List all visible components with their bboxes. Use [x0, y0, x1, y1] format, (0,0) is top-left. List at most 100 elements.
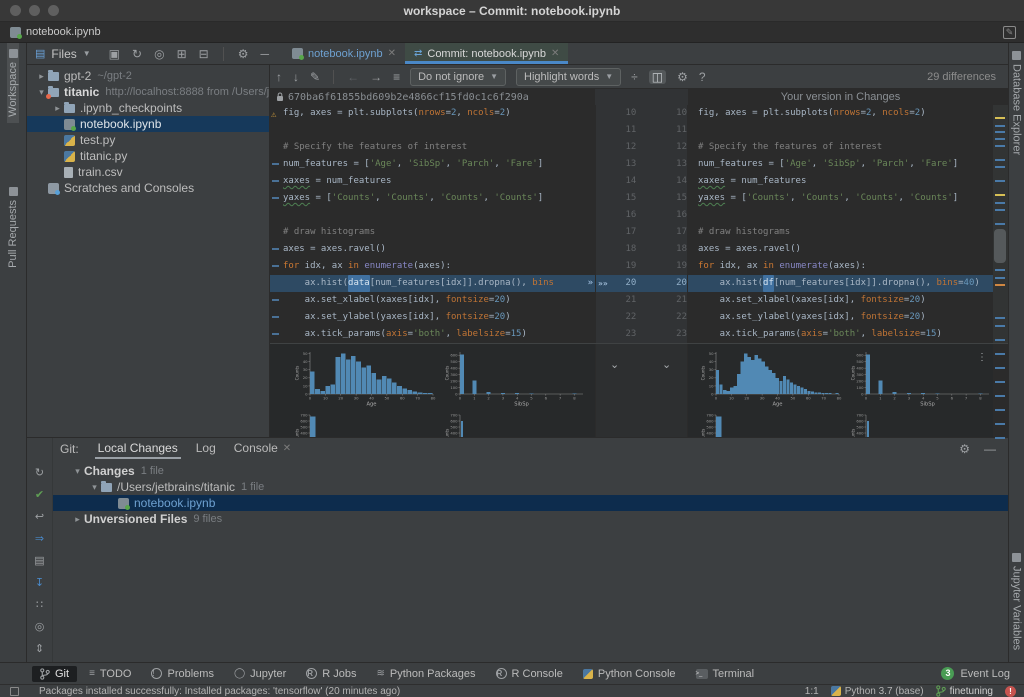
- diff-left-line-14[interactable]: xaxes = num_features: [270, 173, 595, 190]
- refresh-icon[interactable]: ↻: [132, 47, 142, 61]
- new-tab-icon[interactable]: ✎: [1003, 25, 1016, 39]
- git-branch-selector[interactable]: finetuning: [935, 685, 993, 697]
- tree-item-gpt-2[interactable]: ▸ gpt-2 ~/gpt-2: [27, 68, 269, 84]
- git-tab-console[interactable]: Console ✕: [225, 439, 300, 458]
- tree-chevron-icon[interactable]: ▾: [88, 482, 101, 493]
- ignore-policy-select[interactable]: Do not ignore ▼: [410, 67, 507, 86]
- expand-all-icon[interactable]: ⇕: [35, 642, 44, 655]
- stripe-mark[interactable]: [995, 117, 1005, 119]
- previous-difference-icon[interactable]: ↑: [276, 70, 282, 84]
- diff-left-line-13[interactable]: num_features = ['Age', 'SibSp', 'Parch',…: [270, 156, 595, 173]
- git-tab-log[interactable]: Log: [187, 439, 225, 458]
- expand-all-icon[interactable]: ⊞: [177, 47, 187, 61]
- kebab-menu-icon[interactable]: ⋮: [977, 352, 987, 363]
- diff-right-line-16[interactable]: [688, 207, 993, 224]
- compare-previous-file-icon[interactable]: ←: [347, 70, 359, 84]
- go-to-changed-file-icon[interactable]: ≡: [393, 70, 400, 84]
- diff-right-line-18[interactable]: axes = axes.ravel(): [688, 241, 993, 258]
- tool-button-database-explorer[interactable]: Database Explorer: [1011, 45, 1023, 161]
- hide-icon[interactable]: ─: [260, 47, 269, 61]
- diff-left-line-10[interactable]: ⚠ fig, axes = plt.subplots(nrows = 2, ncols…: [270, 105, 595, 122]
- diff-right-line-22[interactable]: ax.set_ylabel(yaxes[idx], fontsize = 20): [688, 309, 993, 326]
- close-icon[interactable]: ✕: [283, 443, 291, 454]
- stripe-mark[interactable]: [995, 409, 1005, 411]
- diff-left-line-21[interactable]: ax.set_xlabel(xaxes[idx], fontsize = 20): [270, 292, 595, 309]
- diff-left-line-15[interactable]: yaxes = ['Counts', 'Counts', 'Counts', '…: [270, 190, 595, 207]
- tool-window-button-python-packages[interactable]: ≋ Python Packages: [368, 666, 483, 682]
- stripe-mark[interactable]: [995, 325, 1005, 327]
- help-icon[interactable]: ?: [699, 70, 706, 84]
- stripe-mark[interactable]: [995, 194, 1005, 196]
- diff-right-line-17[interactable]: # draw histograms: [688, 224, 993, 241]
- tool-window-button-python-console[interactable]: Python Console: [575, 666, 684, 682]
- event-log-button[interactable]: 3 Event Log: [941, 667, 1024, 680]
- new-folder-icon[interactable]: ▣: [109, 47, 120, 61]
- close-icon[interactable]: ✕: [388, 48, 396, 59]
- stripe-mark[interactable]: [995, 367, 1005, 369]
- tree-item-train-csv[interactable]: train.csv: [27, 164, 269, 180]
- show-diff-icon[interactable]: ⇒: [35, 532, 44, 545]
- diff-left-line-18[interactable]: axes = axes.ravel(): [270, 241, 595, 258]
- stripe-mark[interactable]: [995, 131, 1005, 133]
- stripe-mark[interactable]: [995, 166, 1005, 168]
- diff-right-line-19[interactable]: for idx, ax in enumerate (axes):: [688, 258, 993, 275]
- synchronize-scrolling-icon[interactable]: ◫: [648, 69, 667, 84]
- stripe-mark[interactable]: [995, 269, 1005, 271]
- diff-left-line-23[interactable]: ax.tick_params(axis ='both', labelsize = 15…: [270, 326, 595, 343]
- stripe-mark[interactable]: [995, 209, 1005, 211]
- stripe-mark[interactable]: [995, 437, 1005, 439]
- group-by-icon[interactable]: ∷: [36, 598, 43, 611]
- tool-window-switcher-icon[interactable]: [10, 686, 19, 696]
- tree-chevron-icon[interactable]: ▸: [35, 71, 48, 82]
- tool-button-pull-requests[interactable]: Pull Requests: [7, 181, 19, 274]
- stripe-mark[interactable]: [995, 395, 1005, 397]
- rollback-icon[interactable]: ↩: [35, 510, 44, 523]
- tree-chevron-icon[interactable]: ▸: [51, 103, 64, 114]
- tree-chevron-icon[interactable]: ▾: [71, 466, 84, 477]
- diff-right-line-15[interactable]: yaxes = ['Counts', 'Counts', 'Counts', '…: [688, 190, 993, 207]
- stripe-mark[interactable]: [995, 353, 1005, 355]
- git-tree-item-unversioned-files[interactable]: ▸ Unversioned Files 9 files: [53, 511, 1008, 527]
- tree-item-titanic[interactable]: ▾ titanic http://localhost:8888 from /User…: [27, 84, 269, 100]
- tool-window-button-problems[interactable]: ! Problems: [143, 666, 221, 682]
- diff-left-line-20[interactable]: ax.hist(data [num_features[idx]].dropna()…: [270, 275, 595, 292]
- collapse-unchanged-icon[interactable]: ÷: [631, 70, 638, 84]
- tool-button-workspace[interactable]: Workspace: [7, 43, 19, 123]
- tool-button-jupyter-variables[interactable]: Jupyter Variables: [1011, 547, 1023, 656]
- stripe-mark[interactable]: [995, 339, 1005, 341]
- stripe-mark[interactable]: [995, 284, 1005, 286]
- diff-left-line-16[interactable]: [270, 207, 595, 224]
- editor-tab[interactable]: ⇄ Commit: notebook.ipynb ✕: [404, 43, 569, 64]
- shelve-icon[interactable]: ↧: [35, 576, 44, 589]
- compare-next-file-icon[interactable]: →: [370, 70, 382, 84]
- diff-right-line-11[interactable]: [688, 122, 993, 139]
- stripe-mark[interactable]: [995, 202, 1005, 204]
- stripe-mark[interactable]: [995, 381, 1005, 383]
- close-icon[interactable]: ✕: [551, 48, 559, 59]
- settings-icon[interactable]: ⚙: [238, 47, 249, 61]
- editor-tab[interactable]: notebook.ipynb ✕: [283, 43, 405, 64]
- hide-icon[interactable]: —: [984, 442, 996, 456]
- preview-diff-icon[interactable]: ▤: [34, 554, 44, 567]
- diff-left-line-12[interactable]: # Specify the features of interest: [270, 139, 595, 156]
- scrollbar-thumb[interactable]: [994, 229, 1006, 263]
- diff-left-line-22[interactable]: ax.set_ylabel(yaxes[idx], fontsize = 20): [270, 309, 595, 326]
- git-tree-item-notebook-ipynb[interactable]: notebook.ipynb: [53, 495, 1008, 511]
- diff-right-line-12[interactable]: # Specify the features of interest: [688, 139, 993, 156]
- stripe-mark[interactable]: [995, 223, 1005, 225]
- tool-window-button-r-console[interactable]: RR Console: [488, 666, 571, 682]
- next-difference-icon[interactable]: ↓: [293, 70, 299, 84]
- interpreter-selector[interactable]: Python 3.7 (base): [830, 686, 924, 697]
- tool-window-button-git[interactable]: Git: [32, 665, 78, 682]
- collapse-region-icon[interactable]: ⌄: [610, 358, 619, 371]
- stripe-mark[interactable]: [995, 180, 1005, 182]
- diff-right-line-20[interactable]: ax.hist(df [num_features[idx]].dropna(), …: [688, 275, 993, 292]
- git-tree-item--users-jetbrains-titanic[interactable]: ▾ /Users/jetbrains/titanic 1 file: [53, 479, 1008, 495]
- diff-left-line-17[interactable]: # draw histograms: [270, 224, 595, 241]
- tool-window-button-r-jobs[interactable]: RR Jobs: [298, 666, 364, 682]
- tree-chevron-icon[interactable]: ▸: [71, 514, 84, 525]
- collapse-region-icon[interactable]: ⌄: [662, 358, 671, 371]
- stripe-mark[interactable]: [995, 159, 1005, 161]
- show-details-icon[interactable]: ◎: [35, 620, 45, 633]
- tree-item--ipynb-checkpoints[interactable]: ▸ .ipynb_checkpoints: [27, 100, 269, 116]
